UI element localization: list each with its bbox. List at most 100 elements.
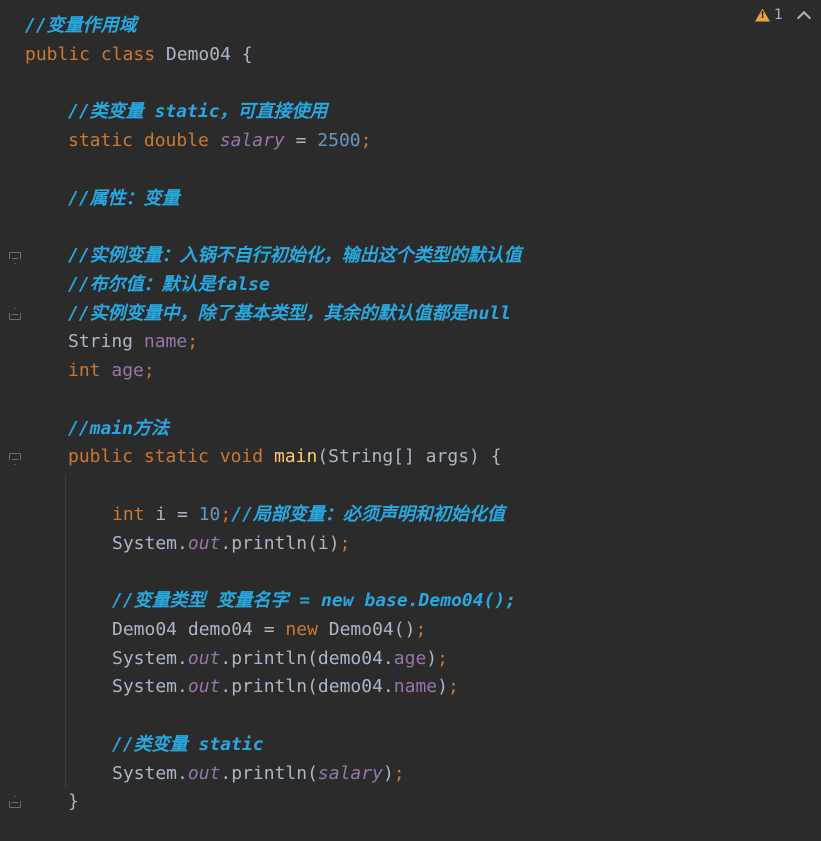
field-age: age — [393, 647, 427, 669]
editor-gutter — [0, 0, 22, 841]
method-params: (String[] args) { — [317, 446, 502, 468]
code-line-28: } — [25, 788, 522, 817]
operator: = — [284, 130, 318, 151]
semicolon: ; — [339, 532, 351, 554]
class-name: Demo04 — [165, 43, 231, 65]
method-call: .println(demo04. — [220, 647, 394, 669]
semicolon: ; — [437, 647, 448, 669]
code-editor[interactable]: 1 //变量作用域 public class Demo04 { //类变量 st… — [0, 0, 821, 841]
semicolon: ; — [143, 360, 155, 381]
keyword-class: class — [100, 43, 156, 65]
fold-close-icon[interactable] — [9, 308, 21, 320]
keyword-int: int — [68, 360, 101, 381]
static-field-out: out — [187, 762, 221, 784]
comment: //main方法 — [68, 417, 170, 439]
keyword-public: public — [25, 43, 91, 65]
code-line-22: Demo04 demo04 = new Demo04(); — [25, 616, 522, 645]
paren: ) — [426, 647, 438, 669]
warning-count: 1 — [774, 7, 783, 23]
semicolon: ; — [187, 331, 199, 353]
method-call: .println(demo04. — [220, 676, 394, 698]
type-string: String — [68, 331, 134, 353]
comment: //属性：变量 — [68, 187, 180, 209]
code-line-13: int age; — [25, 357, 522, 386]
semicolon: ; — [393, 762, 405, 784]
keyword-new: new — [285, 618, 318, 640]
code-line-12: String name; — [25, 328, 522, 357]
code-line-9: //实例变量：入锅不自行初始化，输出这个类型的默认值 — [25, 242, 522, 271]
keyword-double: double — [143, 130, 209, 151]
code-area[interactable]: //变量作用域 public class Demo04 { //类变量 stat… — [25, 12, 522, 817]
local-var: i = — [144, 503, 199, 525]
chevron-up-icon[interactable] — [796, 10, 811, 26]
code-line-23: System.out.println(demo04.age); — [25, 645, 522, 674]
field-name: name — [143, 331, 188, 353]
comment: //布尔值：默认是false — [68, 273, 270, 295]
comment: //类变量 static — [112, 733, 264, 755]
system-ref: System. — [112, 762, 188, 784]
semicolon: ; — [447, 676, 459, 698]
paren: ) — [382, 762, 394, 784]
comment: //类变量 static，可直接使用 — [68, 101, 328, 123]
number-literal: 10 — [198, 503, 221, 525]
field-name: name — [393, 676, 438, 698]
keyword-static: static — [68, 130, 134, 151]
code-line-7: //属性：变量 — [25, 185, 522, 214]
comment: //变量作用域 — [25, 15, 137, 36]
system-ref: System. — [112, 676, 188, 698]
code-line-16: public static void main(String[] args) { — [25, 443, 522, 472]
code-line-1: //变量作用域 — [25, 12, 522, 41]
code-line-27: System.out.println(salary); — [25, 760, 522, 789]
semicolon: ; — [415, 618, 427, 640]
keyword-void: void — [219, 446, 264, 468]
system-ref: System. — [112, 647, 188, 669]
code-line-15: //main方法 — [25, 415, 522, 444]
semicolon: ; — [220, 503, 232, 525]
comment: //实例变量：入锅不自行初始化，输出这个类型的默认值 — [68, 245, 522, 266]
code-line-26: //类变量 static — [25, 731, 522, 760]
keyword-static: static — [143, 446, 209, 468]
code-line-10: //布尔值：默认是false — [25, 271, 522, 300]
field-age: age — [111, 360, 144, 381]
declaration: Demo04 demo04 = — [112, 618, 286, 640]
comment: //局部变量：必须声明和初始化值 — [231, 503, 505, 525]
code-line-19: System.out.println(i); — [25, 530, 522, 559]
code-line-5: static double salary = 2500; — [25, 127, 522, 156]
static-field-out: out — [187, 676, 221, 698]
semicolon: ; — [360, 130, 372, 151]
method-main: main — [273, 446, 318, 468]
brace: { — [241, 43, 253, 65]
method-call: .println( — [220, 762, 318, 784]
inspection-widget[interactable]: 1 — [755, 5, 811, 26]
code-line-21: //变量类型 变量名字 = new base.Demo04(); — [25, 587, 522, 616]
comment: //实例变量中，除了基本类型，其余的默认值都是null — [68, 302, 512, 324]
paren: ) — [437, 676, 448, 698]
code-line-2: public class Demo04 { — [25, 41, 522, 70]
fold-open-icon[interactable] — [9, 252, 21, 264]
comment: //变量类型 变量名字 = new base.Demo04(); — [112, 590, 517, 611]
static-field-salary: salary — [317, 762, 383, 784]
warning-icon — [755, 8, 770, 22]
static-field-out: out — [187, 647, 221, 669]
system-ref: System. — [112, 532, 188, 554]
constructor-call: Demo04() — [317, 618, 416, 640]
keyword-int: int — [112, 503, 145, 525]
static-field-out: out — [187, 532, 221, 554]
code-line-18: int i = 10;//局部变量：必须声明和初始化值 — [25, 501, 522, 530]
method-call: .println(i) — [220, 532, 340, 554]
fold-close-icon[interactable] — [9, 796, 21, 808]
brace: } — [68, 791, 79, 813]
code-line-24: System.out.println(demo04.name); — [25, 673, 522, 702]
keyword-public: public — [68, 446, 134, 468]
fold-open-icon[interactable] — [9, 453, 21, 465]
static-field-salary: salary — [219, 130, 285, 151]
code-line-4: //类变量 static，可直接使用 — [25, 98, 522, 127]
code-line-11: //实例变量中，除了基本类型，其余的默认值都是null — [25, 300, 522, 329]
